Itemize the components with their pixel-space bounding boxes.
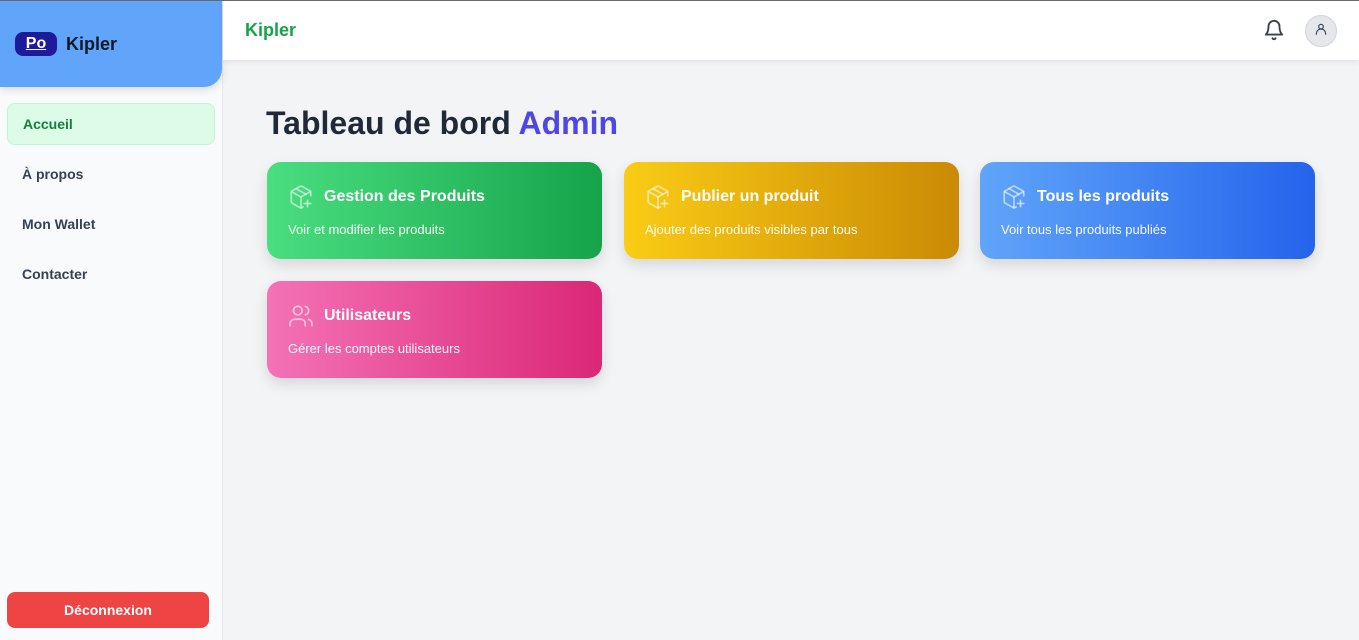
- page-title: Tableau de bord Admin: [266, 105, 618, 142]
- card-title: Utilisateurs: [324, 307, 412, 324]
- card-title: Tous les produits: [1037, 188, 1170, 205]
- sidebar-item-mon-wallet[interactable]: Mon Wallet: [7, 203, 215, 245]
- sidebar-item-a-propos[interactable]: À propos: [7, 153, 215, 195]
- users-icon: [288, 303, 314, 329]
- card-description: Gérer les comptes utilisateurs: [288, 341, 460, 356]
- page-title-accent: Admin: [518, 105, 619, 141]
- card-title: Publier un produit: [681, 188, 819, 205]
- logout-button[interactable]: Déconnexion: [7, 592, 209, 628]
- sidebar: Po Kipler Accueil À propos Mon Wallet Co…: [0, 1, 223, 640]
- card-description: Voir tous les produits publiés: [1001, 222, 1167, 237]
- brand-header[interactable]: Po Kipler: [0, 1, 222, 87]
- card-description: Voir et modifier les produits: [288, 222, 445, 237]
- user-icon: [1314, 22, 1328, 41]
- brand-logo[interactable]: Po: [15, 32, 57, 56]
- card-tous-produits[interactable]: Tous les produits Voir tous les produits…: [980, 162, 1315, 259]
- sidebar-item-contacter[interactable]: Contacter: [7, 253, 215, 295]
- package-plus-icon: [645, 184, 671, 210]
- top-header: Kipler: [223, 1, 1359, 60]
- package-plus-icon: [288, 184, 314, 210]
- card-description: Ajouter des produits visibles par tous: [645, 222, 858, 237]
- brand-name: Kipler: [66, 33, 118, 54]
- page-title-prefix: Tableau de bord: [266, 105, 511, 141]
- card-utilisateurs[interactable]: Utilisateurs Gérer les comptes utilisate…: [267, 281, 602, 378]
- sidebar-nav: Accueil À propos Mon Wallet Contacter: [0, 87, 222, 295]
- card-publier-produit[interactable]: Publier un produit Ajouter des produits …: [624, 162, 959, 259]
- sidebar-item-accueil[interactable]: Accueil: [7, 103, 215, 145]
- card-gestion-produits[interactable]: Gestion des Produits Voir et modifier le…: [267, 162, 602, 259]
- bell-icon[interactable]: [1263, 19, 1285, 41]
- card-title: Gestion des Produits: [324, 188, 485, 205]
- user-avatar[interactable]: [1305, 15, 1337, 47]
- header-title[interactable]: Kipler: [245, 20, 296, 41]
- package-plus-icon: [1001, 184, 1027, 210]
